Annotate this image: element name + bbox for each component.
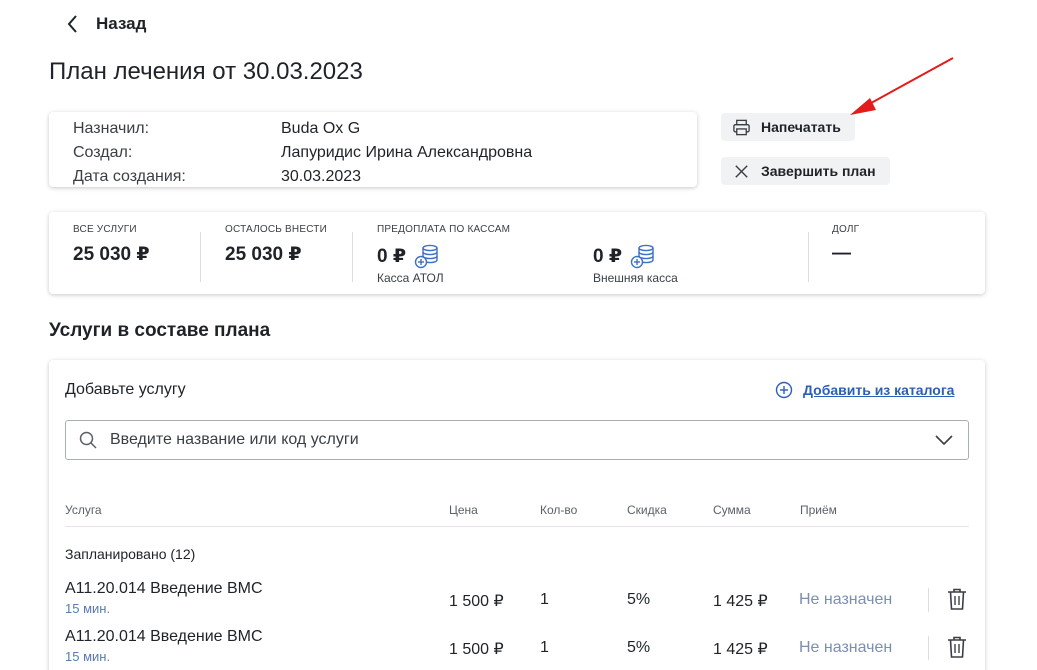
service-duration: 15 мин. <box>65 601 111 616</box>
finish-plan-button[interactable]: Завершить план <box>721 157 890 185</box>
stat-value: 0 ₽ <box>593 243 678 269</box>
service-sum: 1 425 ₽ <box>713 593 768 610</box>
stat-caption: ОСТАЛОСЬ ВНЕСТИ <box>225 224 327 235</box>
info-row-assigned: Назначил: Buda Ox G <box>73 117 697 141</box>
finish-plan-label: Завершить план <box>761 163 876 179</box>
services-card: Добавьте услугу Добавить из каталога Усл… <box>49 360 985 670</box>
add-from-catalog-link[interactable]: Добавить из каталога <box>775 381 954 399</box>
col-header-price: Цена <box>449 503 478 517</box>
chevron-left-icon <box>67 15 77 33</box>
info-value: 30.03.2023 <box>281 168 362 185</box>
service-price: 1 500 ₽ <box>449 641 504 658</box>
trash-icon[interactable] <box>946 635 968 659</box>
divider <box>352 232 353 282</box>
back-label: Назад <box>96 14 147 33</box>
search-icon <box>79 431 97 449</box>
info-row-created-by: Создал: Лапуридис Ирина Александровна <box>73 141 697 165</box>
prepay-atol-value: 0 ₽ <box>377 245 407 267</box>
service-discount[interactable]: 5% <box>627 639 650 657</box>
info-value: Лапуридис Ирина Александровна <box>281 144 533 161</box>
stat-value: 0 ₽ <box>377 243 510 269</box>
prepay-external-value: 0 ₽ <box>593 245 623 267</box>
table-header-divider <box>65 526 969 527</box>
service-visit-status[interactable]: Не назначен <box>799 591 892 609</box>
stat-value: — <box>832 243 851 264</box>
service-discount[interactable]: 5% <box>627 591 650 609</box>
page-title: План лечения от 30.03.2023 <box>49 58 363 85</box>
coins-add-icon[interactable] <box>630 243 656 269</box>
plus-circle-icon <box>775 381 793 399</box>
stat-debt: ДОЛГ — <box>832 224 859 265</box>
service-duration: 15 мин. <box>65 649 111 664</box>
stat-remaining: ОСТАЛОСЬ ВНЕСТИ 25 030 ₽ <box>225 224 327 266</box>
chevron-down-icon[interactable] <box>934 430 954 450</box>
service-sum: 1 425 ₽ <box>713 641 768 658</box>
stat-prepay-atol: ПРЕДОПЛАТА ПО КАССАМ 0 ₽ Касса АТОЛ <box>377 224 510 285</box>
info-key: Назначил: <box>73 120 150 137</box>
service-search[interactable] <box>65 420 969 460</box>
service-name: A11.20.014 Введение ВМС <box>65 628 263 645</box>
service-qty[interactable]: 1 <box>540 591 549 609</box>
stat-value: 25 030 ₽ <box>225 244 302 265</box>
close-icon <box>735 164 748 178</box>
col-header-visit: Приём <box>800 503 837 517</box>
col-header-sum: Сумма <box>713 503 751 517</box>
section-title: Услуги в составе плана <box>49 320 271 341</box>
divider <box>200 232 201 282</box>
print-button[interactable]: Напечатать <box>721 113 855 141</box>
prepay-external-label: Внешняя касса <box>593 271 678 285</box>
info-value: Buda Ox G <box>281 120 361 137</box>
col-header-qty: Кол-во <box>540 503 578 517</box>
prepay-atol-label: Касса АТОЛ <box>377 271 444 285</box>
stat-prepay-external: 0 ₽ Внешняя касса <box>593 224 678 285</box>
info-key: Создал: <box>73 144 133 161</box>
col-header-discount: Скидка <box>627 503 667 517</box>
group-label-planned: Запланировано (12) <box>65 546 196 562</box>
divider <box>928 636 929 660</box>
table-row[interactable]: A11.20.014 Введение ВМС 15 мин. 1 500 ₽ … <box>49 580 985 624</box>
col-header-service: Услуга <box>65 503 102 517</box>
stat-caption: ПРЕДОПЛАТА ПО КАССАМ <box>377 224 511 235</box>
stat-value: 25 030 ₽ <box>73 244 150 265</box>
annotation-arrow-icon <box>850 57 954 115</box>
trash-icon[interactable] <box>946 587 968 611</box>
stat-all-services: ВСЕ УСЛУГИ 25 030 ₽ <box>73 224 150 266</box>
plan-info-card: Назначил: Buda Ox G Создал: Лапуридис Ир… <box>49 112 697 187</box>
service-visit-status[interactable]: Не назначен <box>799 639 892 657</box>
divider <box>808 232 809 282</box>
stat-caption: ВСЕ УСЛУГИ <box>73 224 137 235</box>
service-qty[interactable]: 1 <box>540 639 549 657</box>
add-from-catalog-label: Добавить из каталога <box>803 382 955 398</box>
info-row-created-date: Дата создания: 30.03.2023 <box>73 165 697 189</box>
add-service-label: Добавьте услугу <box>65 381 186 398</box>
info-key: Дата создания: <box>73 168 186 185</box>
stat-caption: ДОЛГ <box>832 224 860 235</box>
coins-add-icon[interactable] <box>414 243 440 269</box>
service-name: A11.20.014 Введение ВМС <box>65 580 263 597</box>
print-label: Напечатать <box>761 119 841 135</box>
service-price: 1 500 ₽ <box>449 593 504 610</box>
payment-stats-card: ВСЕ УСЛУГИ 25 030 ₽ ОСТАЛОСЬ ВНЕСТИ 25 0… <box>49 212 985 294</box>
printer-icon <box>733 119 750 135</box>
table-row[interactable]: A11.20.014 Введение ВМС 15 мин. 1 500 ₽ … <box>49 628 985 670</box>
divider <box>928 588 929 612</box>
service-search-input[interactable] <box>110 431 934 449</box>
back-button[interactable]: Назад <box>64 13 146 35</box>
